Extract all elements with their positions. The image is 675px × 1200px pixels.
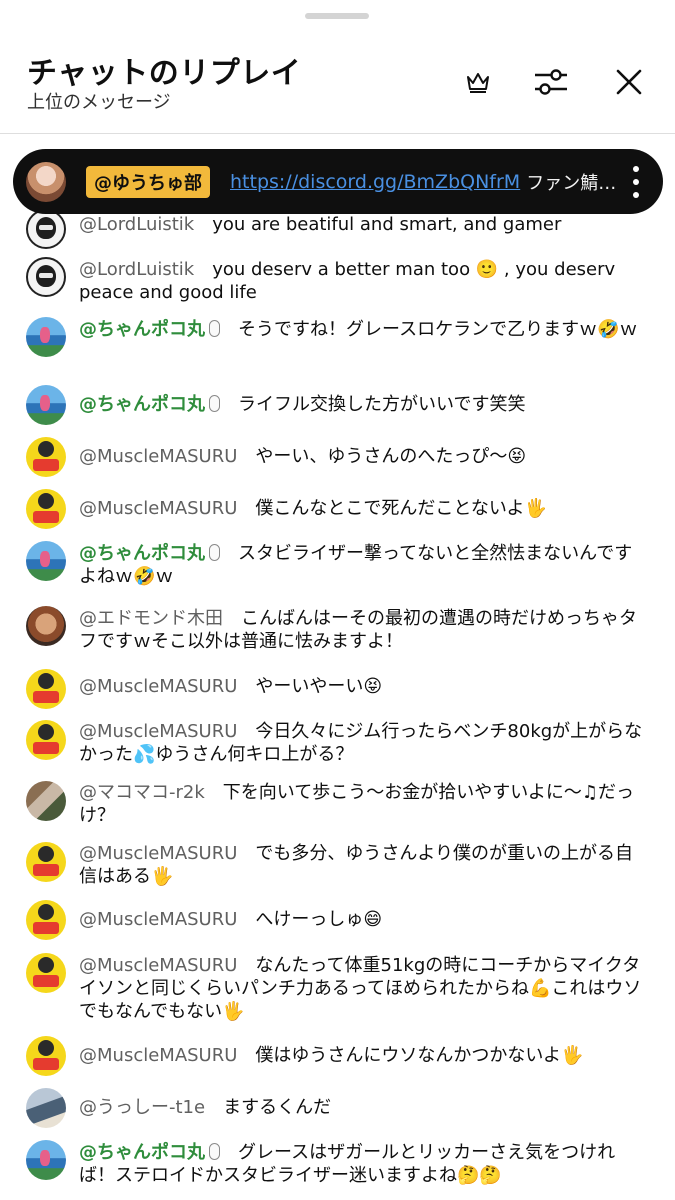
avatar[interactable] — [26, 437, 66, 477]
more-dot-icon — [633, 179, 639, 185]
more-dot-icon — [633, 166, 639, 172]
settings-sliders-button[interactable] — [527, 58, 575, 106]
author-name[interactable]: @ちゃんポコ丸 — [79, 319, 205, 340]
author-name[interactable]: @うっしー-t1e — [79, 1097, 205, 1118]
message-body: @MuscleMASURU 僕はゆうさんにウソなんかつかないよ🖐 — [79, 1044, 649, 1067]
member-badge-icon — [209, 320, 220, 337]
author-name[interactable]: @MuscleMASURU — [79, 955, 237, 976]
member-badge-icon — [209, 544, 220, 561]
author-name[interactable]: @マコマコ-r2k — [79, 782, 205, 803]
message-body: @MuscleMASURU なんたって体重51kgの時にコーチからマイクタイソンと… — [79, 954, 649, 1023]
avatar[interactable] — [26, 953, 66, 993]
message-text: ライフル交換した方がいいです笑笑 — [238, 394, 526, 415]
avatar[interactable] — [26, 1088, 66, 1128]
message-body: @ちゃんポコ丸 ライフル交換した方がいいです笑笑 — [79, 393, 649, 416]
author-name[interactable]: @ちゃんポコ丸 — [79, 1142, 205, 1163]
avatar[interactable] — [26, 1140, 66, 1180]
avatar[interactable] — [26, 489, 66, 529]
message-text: 僕はゆうさんにウソなんかつかないよ🖐 — [255, 1045, 584, 1066]
crown-icon — [467, 73, 489, 93]
message-body: @マコマコ-r2k 下を向いて歩こう〜お金が拾いやすいよに〜♫だっけ？ — [79, 781, 649, 827]
author-name[interactable]: @MuscleMASURU — [79, 721, 237, 742]
pinned-avatar — [26, 161, 66, 202]
message-body: @MuscleMASURU やーいやーい😝 — [79, 675, 649, 698]
pinned-message[interactable]: @ゆうちゅ部 https://discord.gg/BmZbQNfrM ファン鯖… — [13, 149, 663, 214]
close-button[interactable] — [605, 58, 653, 106]
avatar[interactable] — [26, 317, 66, 357]
author-name[interactable]: @MuscleMASURU — [79, 676, 237, 697]
message-text: まするくんだ — [223, 1097, 332, 1118]
avatar[interactable] — [26, 209, 66, 249]
message-text: へけーっしゅ😄 — [255, 909, 383, 930]
avatar[interactable] — [26, 1036, 66, 1076]
avatar[interactable] — [26, 606, 66, 646]
message-body: @ちゃんポコ丸 グレースはザガールとリッカーさえ気をつければ！ステロイドかスタビラ… — [79, 1141, 649, 1187]
pinned-author-badge: @ゆうちゅ部 — [86, 165, 210, 198]
message-text: やーい、ゆうさんのへたっぴ〜😝 — [255, 446, 527, 467]
message-body: @MuscleMASURU へけーっしゅ😄 — [79, 908, 649, 931]
pinned-text: ファン鯖… — [526, 172, 617, 194]
author-name[interactable]: @MuscleMASURU — [79, 909, 237, 930]
author-name[interactable]: @MuscleMASURU — [79, 446, 237, 467]
author-name[interactable]: @LordLuistik — [79, 259, 194, 280]
message-body: @LordLuistik you are beatiful and smart, … — [79, 213, 649, 236]
avatar[interactable] — [26, 842, 66, 882]
filter-mode-label[interactable]: 上位のメッセージ — [27, 88, 171, 114]
avatar[interactable] — [26, 781, 66, 821]
page-title: チャットのリプレイ — [27, 56, 302, 91]
more-dot-icon — [633, 192, 639, 198]
pinned-link[interactable]: https://discord.gg/BmZbQNfrM — [230, 171, 520, 193]
chat-replay-sheet: チャットのリプレイ 上位のメッセージ @ゆうちゅ部 https://discor… — [0, 0, 675, 1200]
message-body: @エドモンド木田 こんばんはーその最初の遭遇の時だけめっちゃタフですｗそこ以外は普… — [79, 607, 649, 653]
message-text: 僕こんなとこで死んだことないよ🖐 — [255, 498, 547, 519]
message-body: @MuscleMASURU 僕こんなとこで死んだことないよ🖐 — [79, 497, 649, 520]
avatar[interactable] — [26, 720, 66, 760]
avatar[interactable] — [26, 385, 66, 425]
message-body: @MuscleMASURU 今日久々にジム行ったらベンチ80kgが上がらなかった💦… — [79, 720, 649, 766]
more-options-button[interactable] — [623, 166, 649, 198]
message-body: @MuscleMASURU でも多分、ゆうさんより僕のが重いの上がる自信はある🖐 — [79, 842, 649, 888]
member-badge-icon — [209, 1143, 220, 1160]
message-text: you are beatiful and smart, and gamer — [212, 214, 562, 235]
message-body: @うっしー-t1e まするくんだ — [79, 1096, 649, 1119]
avatar[interactable] — [26, 900, 66, 940]
crown-button[interactable] — [454, 58, 502, 106]
close-icon — [616, 69, 642, 95]
author-name[interactable]: @LordLuistik — [79, 214, 194, 235]
author-name[interactable]: @ちゃんポコ丸 — [79, 543, 205, 564]
sliders-icon — [535, 69, 567, 95]
author-name[interactable]: @MuscleMASURU — [79, 1045, 237, 1066]
message-body: @ちゃんポコ丸 スタビライザー撃ってないと全然怯まないんですよねｗ🤣ｗ — [79, 542, 649, 588]
message-text: そうですね！グレースロケランで乙りますｗ🤣ｗ — [238, 319, 638, 340]
author-name[interactable]: @エドモンド木田 — [79, 608, 223, 629]
message-body: @MuscleMASURU やーい、ゆうさんのへたっぴ〜😝 — [79, 445, 649, 468]
chat-list[interactable]: @LordLuistik you are beatiful and smart, … — [0, 200, 675, 1200]
message-text: やーいやーい😝 — [255, 676, 383, 697]
header: チャットのリプレイ 上位のメッセージ — [0, 0, 675, 134]
message-body: @LordLuistik you deserv a better man too … — [79, 258, 649, 304]
message-body: @ちゃんポコ丸 そうですね！グレースロケランで乙りますｗ🤣ｗ — [79, 318, 649, 341]
author-name[interactable]: @MuscleMASURU — [79, 843, 237, 864]
author-name[interactable]: @MuscleMASURU — [79, 498, 237, 519]
avatar[interactable] — [26, 669, 66, 709]
author-name[interactable]: @ちゃんポコ丸 — [79, 394, 205, 415]
avatar[interactable] — [26, 541, 66, 581]
avatar[interactable] — [26, 257, 66, 297]
member-badge-icon — [209, 395, 220, 412]
